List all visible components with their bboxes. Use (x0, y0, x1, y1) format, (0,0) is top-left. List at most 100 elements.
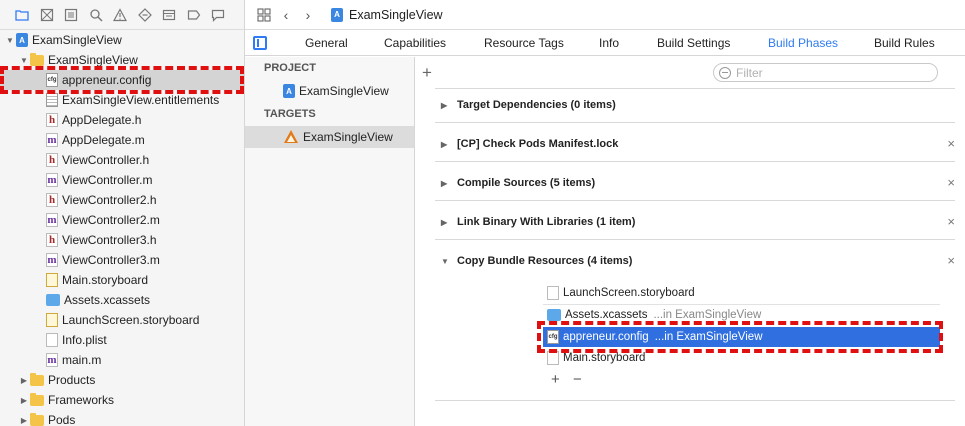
source-control-icon[interactable] (35, 4, 60, 26)
tree-row-appdelegate-m[interactable]: m AppDelegate.m (0, 130, 244, 150)
disclosure-closed-icon[interactable]: ▶ (18, 414, 30, 426)
delete-phase-button[interactable]: × (947, 214, 955, 229)
disclosure-closed-icon[interactable]: ▶ (18, 374, 30, 386)
sidebar-toggle-icon[interactable] (253, 36, 267, 50)
breakpoint-navigator-icon[interactable] (182, 4, 207, 26)
filter-input[interactable] (736, 65, 916, 80)
add-resource-button[interactable]: + (551, 371, 560, 388)
add-build-phase-button[interactable]: + (422, 63, 432, 83)
tree-row-viewcontroller-h[interactable]: h ViewController.h (0, 150, 244, 170)
tree-row-label: ViewController.h (62, 153, 150, 167)
project-targets-list: PROJECT A ExamSingleView TARGETS ExamSin… (245, 57, 415, 426)
delete-phase-button[interactable]: × (947, 253, 955, 268)
disclosure-open-icon[interactable]: ▼ (18, 54, 30, 66)
phase-divider (435, 161, 955, 162)
disclosure-closed-icon[interactable]: ▶ (18, 394, 30, 406)
tree-row-assets[interactable]: Assets.xcassets (0, 290, 244, 310)
disclosure-closed-icon[interactable]: ▶ (441, 179, 449, 188)
forward-chevron-icon[interactable]: › (297, 5, 319, 25)
phase-target-dependencies[interactable]: ▶ Target Dependencies (0 items) (435, 96, 955, 114)
resource-row-assets[interactable]: Assets.xcassets ...in ExamSingleView (543, 305, 940, 325)
filter-icon (719, 66, 731, 79)
phase-copy-bundle-resources[interactable]: ▼ Copy Bundle Resources (4 items) × (435, 252, 955, 270)
tree-row-viewcontroller-m[interactable]: m ViewController.m (0, 170, 244, 190)
delete-phase-button[interactable]: × (947, 136, 955, 151)
debug-navigator-icon[interactable] (157, 4, 182, 26)
tree-row-label: ExamSingleView.entitlements (62, 93, 220, 107)
tree-row-main-m[interactable]: m main.m (0, 350, 244, 370)
tree-row-viewcontroller2-h[interactable]: h ViewController2.h (0, 190, 244, 210)
project-section-header: PROJECT (264, 62, 316, 74)
project-navigator-folder-icon[interactable] (10, 4, 35, 26)
tree-row-label: AppDelegate.h (62, 113, 142, 127)
project-item-label: ExamSingleView (299, 84, 389, 98)
tab-general[interactable]: General (305, 36, 348, 50)
objc-file-icon: m (46, 133, 58, 147)
phase-link-binary[interactable]: ▶ Link Binary With Libraries (1 item) × (435, 213, 955, 231)
test-navigator-icon[interactable] (133, 4, 158, 26)
target-item-label: ExamSingleView (303, 130, 393, 144)
tree-row-label: main.m (62, 353, 102, 367)
tree-row-label: ViewController2.h (62, 193, 157, 207)
disclosure-open-icon[interactable]: ▼ (441, 257, 449, 266)
tree-row-project[interactable]: ▼ A ExamSingleView (0, 30, 244, 50)
disclosure-closed-icon[interactable]: ▶ (441, 218, 449, 227)
tab-resource-tags[interactable]: Resource Tags (484, 36, 564, 50)
jump-bar-title: ExamSingleView (349, 7, 443, 22)
tree-row-group[interactable]: ▼ ExamSingleView (0, 50, 244, 70)
tree-row-label: LaunchScreen.storyboard (62, 313, 200, 327)
tree-row-products[interactable]: ▶ Products (0, 370, 244, 390)
filter-field[interactable] (713, 63, 938, 82)
target-item[interactable]: ExamSingleView (245, 126, 414, 148)
objc-file-icon: m (46, 353, 58, 367)
header-file-icon: h (46, 113, 58, 127)
tab-build-phases[interactable]: Build Phases (768, 36, 838, 50)
tab-build-settings[interactable]: Build Settings (657, 36, 730, 50)
phase-check-pods-manifest[interactable]: ▶ [CP] Check Pods Manifest.lock × (435, 135, 955, 153)
phase-title: Copy Bundle Resources (4 items) (457, 255, 633, 267)
project-item[interactable]: A ExamSingleView (245, 80, 414, 102)
objc-file-icon: m (46, 173, 58, 187)
resource-row-launchscreen[interactable]: LaunchScreen.storyboard (543, 283, 940, 303)
disclosure-closed-icon[interactable]: ▶ (441, 140, 449, 149)
resource-row-appreneur-config[interactable]: cfg appreneur.config ...in ExamSingleVie… (543, 327, 940, 347)
related-items-grid-icon[interactable] (253, 5, 275, 25)
phase-compile-sources[interactable]: ▶ Compile Sources (5 items) × (435, 174, 955, 192)
tree-row-appdelegate-h[interactable]: h AppDelegate.h (0, 110, 244, 130)
tree-row-label: appreneur.config (62, 73, 152, 87)
back-chevron-icon[interactable]: ‹ (275, 5, 297, 25)
tab-info[interactable]: Info (599, 36, 619, 50)
remove-resource-button[interactable]: − (573, 371, 582, 388)
jump-bar-path[interactable]: A ExamSingleView (331, 7, 443, 22)
tree-row-info-plist[interactable]: Info.plist (0, 330, 244, 350)
resource-row-main-storyboard[interactable]: Main.storyboard (543, 348, 940, 368)
tree-row-label: ViewController3.m (62, 253, 160, 267)
tree-row-pods[interactable]: ▶ Pods (0, 410, 244, 426)
tab-build-rules[interactable]: Build Rules (874, 36, 935, 50)
disclosure-open-icon[interactable]: ▼ (4, 34, 16, 46)
tree-row-viewcontroller3-m[interactable]: m ViewController3.m (0, 250, 244, 270)
symbol-navigator-icon[interactable] (59, 4, 84, 26)
tree-row-frameworks[interactable]: ▶ Frameworks (0, 390, 244, 410)
tree-row-viewcontroller2-m[interactable]: m ViewController2.m (0, 210, 244, 230)
phase-title: Compile Sources (5 items) (457, 177, 596, 189)
phase-divider (435, 88, 955, 89)
tree-row-viewcontroller3-h[interactable]: h ViewController3.h (0, 230, 244, 250)
report-navigator-icon[interactable] (206, 4, 231, 26)
tree-row-appreneur-config[interactable]: cfg appreneur.config (0, 70, 244, 90)
tree-row-main-storyboard[interactable]: Main.storyboard (0, 270, 244, 290)
phase-title: Target Dependencies (0 items) (457, 99, 616, 111)
tree-row-launchscreen[interactable]: LaunchScreen.storyboard (0, 310, 244, 330)
tree-row-label: Pods (48, 413, 76, 426)
disclosure-closed-icon[interactable]: ▶ (441, 101, 449, 110)
storyboard-file-icon (547, 286, 559, 300)
issue-navigator-icon[interactable] (108, 4, 133, 26)
tree-row-entitlements[interactable]: ExamSingleView.entitlements (0, 90, 244, 110)
delete-phase-button[interactable]: × (947, 175, 955, 190)
resource-location: ...in ExamSingleView (654, 331, 763, 343)
tab-capabilities[interactable]: Capabilities (384, 36, 446, 50)
find-navigator-icon[interactable] (84, 4, 109, 26)
project-icon: A (331, 7, 343, 22)
targets-section-header: TARGETS (264, 108, 316, 120)
phase-title: [CP] Check Pods Manifest.lock (457, 138, 619, 150)
